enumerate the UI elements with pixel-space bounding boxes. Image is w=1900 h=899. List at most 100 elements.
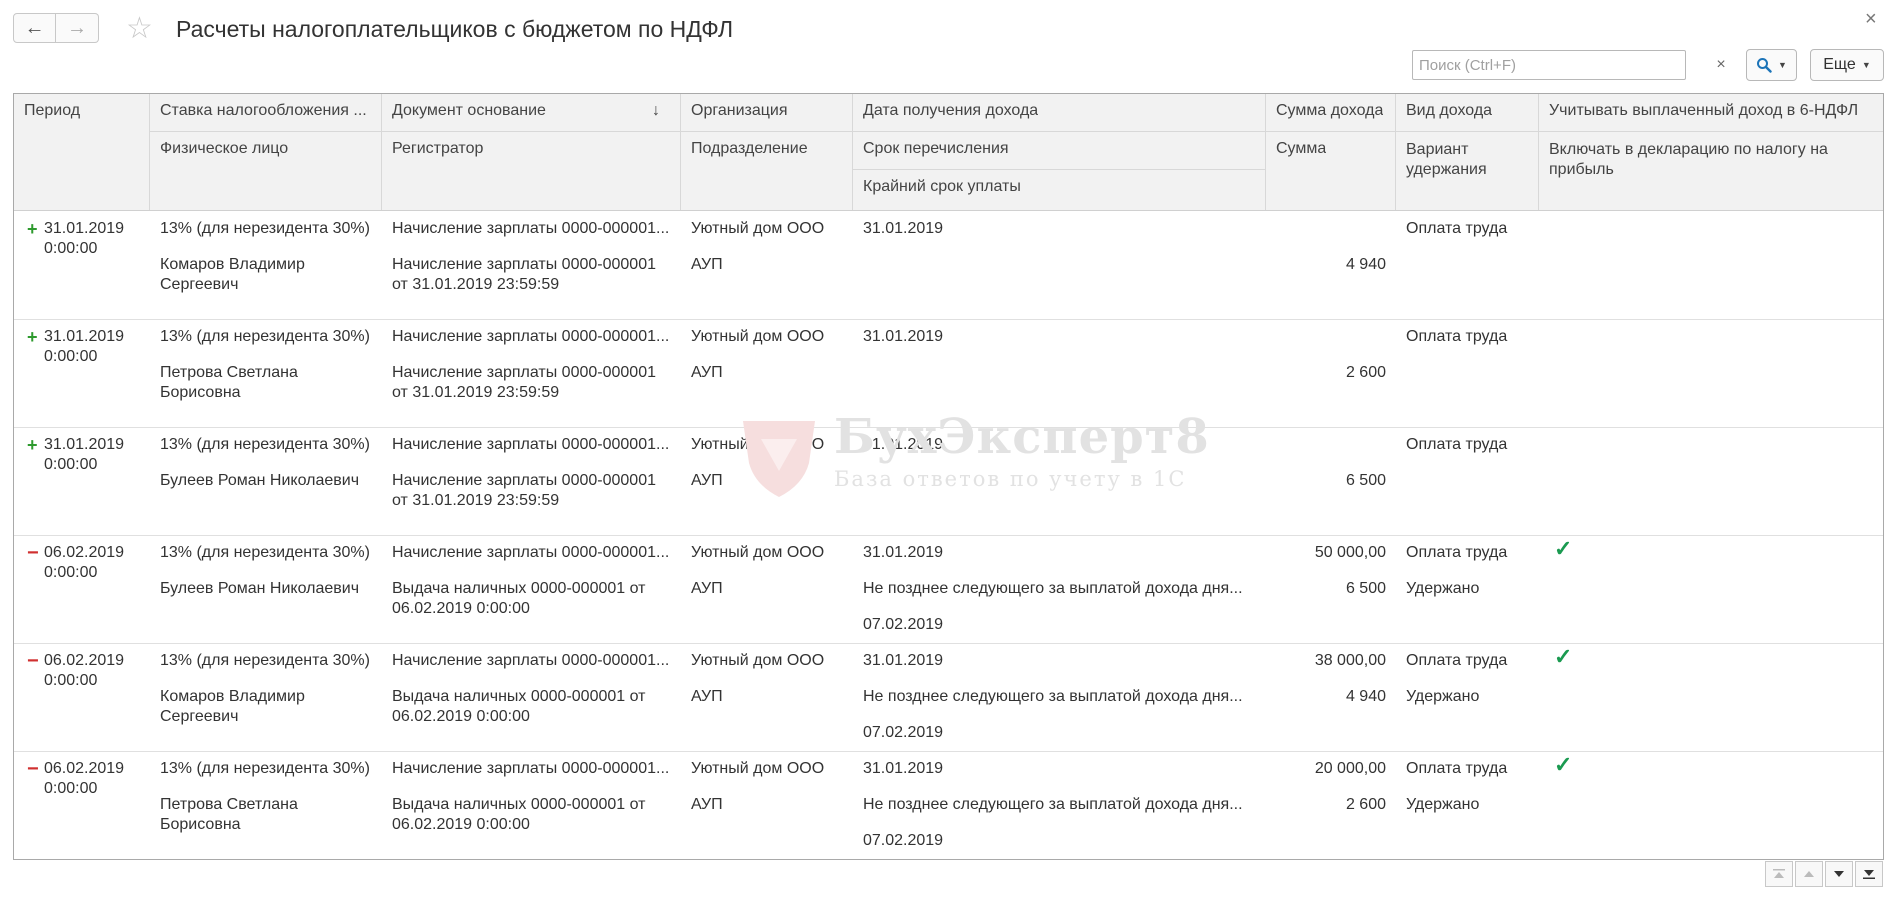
row-time: 0:00:00 xyxy=(44,456,98,473)
row-time: 0:00:00 xyxy=(44,780,98,797)
row-doc-base: Начисление зарплаты 0000-000001... xyxy=(392,652,670,669)
row-person-line2: Сергеевич xyxy=(160,708,239,725)
row-person: Комаров Владимир xyxy=(160,688,305,705)
row-organization: Уютный дом ООО xyxy=(691,436,825,453)
row-department: АУП xyxy=(691,796,723,813)
table-row[interactable]: −06.02.2019 0:00:00 13% (для нерезидента 3… xyxy=(14,751,1883,859)
col-organization[interactable]: Организация xyxy=(691,102,788,120)
row-registrar-line2: от 31.01.2019 23:59:59 xyxy=(392,384,560,401)
row-income-sum: 50 000,00 xyxy=(1314,544,1386,561)
search-clear-icon[interactable]: × xyxy=(1708,50,1734,80)
row-period: 31.01.2019 xyxy=(44,436,125,453)
row-withholding: Удержано xyxy=(1406,688,1480,705)
col-count-paid[interactable]: Учитывать выплаченный доход в 6-НДФЛ xyxy=(1549,102,1858,120)
table-row[interactable]: +31.01.2019 0:00:00 13% (для нерезидента 3… xyxy=(14,211,1883,320)
row-department: АУП xyxy=(691,688,723,705)
more-label: Еще xyxy=(1823,56,1856,73)
scroll-down-button[interactable] xyxy=(1825,861,1853,887)
row-person: Булеев Роман Николаевич xyxy=(160,472,360,489)
row-income-type: Оплата труда xyxy=(1406,652,1508,669)
back-button[interactable]: ← xyxy=(13,13,56,43)
row-doc-base: Начисление зарплаты 0000-000001... xyxy=(392,760,670,777)
scroll-bottom-button[interactable] xyxy=(1855,861,1883,887)
row-department: АУП xyxy=(691,472,723,489)
col-sum[interactable]: Сумма xyxy=(1276,140,1326,158)
col-doc-base[interactable]: Документ основание xyxy=(392,102,546,120)
col-registrar[interactable]: Регистратор xyxy=(392,140,483,158)
scroll-top-icon xyxy=(1773,869,1785,878)
row-income-type: Оплата труда xyxy=(1406,328,1508,345)
table-row[interactable]: +31.01.2019 0:00:00 13% (для нерезидента 3… xyxy=(14,427,1883,536)
col-income-date[interactable]: Дата получения дохода xyxy=(863,102,1038,120)
more-button[interactable]: Еще ▼ xyxy=(1810,49,1884,81)
table-row[interactable]: −06.02.2019 0:00:00 13% (для нерезидента 3… xyxy=(14,643,1883,752)
col-person[interactable]: Физическое лицо xyxy=(160,140,288,158)
col-income-type[interactable]: Вид дохода xyxy=(1406,102,1492,120)
chevron-down-icon: ▼ xyxy=(1778,60,1787,70)
favorite-star-icon[interactable]: ☆ xyxy=(126,12,153,46)
forward-button[interactable]: → xyxy=(56,13,99,43)
row-deadline: 07.02.2019 xyxy=(863,616,944,633)
row-person: Булеев Роман Николаевич xyxy=(160,580,360,597)
row-income-type: Оплата труда xyxy=(1406,544,1508,561)
sort-desc-icon[interactable]: ↓ xyxy=(652,102,660,120)
row-income-date: 31.01.2019 xyxy=(863,220,944,237)
col-income-sum[interactable]: Сумма дохода xyxy=(1276,102,1383,120)
scroll-bottom-icon xyxy=(1863,870,1875,879)
row-time: 0:00:00 xyxy=(44,240,98,257)
row-income-sum: 20 000,00 xyxy=(1314,760,1386,777)
table-row[interactable]: +31.01.2019 0:00:00 13% (для нерезидента 3… xyxy=(14,319,1883,428)
row-registrar: Начисление зарплаты 0000-000001 xyxy=(392,256,656,273)
checkmark-icon[interactable]: ✓ xyxy=(1554,538,1572,560)
row-time: 0:00:00 xyxy=(44,672,98,689)
row-income-date: 31.01.2019 xyxy=(863,652,944,669)
checkmark-icon[interactable]: ✓ xyxy=(1554,646,1572,668)
row-withholding: Удержано xyxy=(1406,796,1480,813)
row-organization: Уютный дом ООО xyxy=(691,220,825,237)
search-icon xyxy=(1757,58,1772,73)
row-registrar: Выдача наличных 0000-000001 от xyxy=(392,796,646,813)
row-sign-icon: − xyxy=(27,650,39,672)
row-doc-base: Начисление зарплаты 0000-000001... xyxy=(392,328,670,345)
col-rate[interactable]: Ставка налогообложения ... xyxy=(160,102,375,120)
col-transfer-term[interactable]: Срок перечисления xyxy=(863,140,1009,158)
col-department[interactable]: Подразделение xyxy=(691,140,808,158)
row-rate: 13% (для нерезидента 30%) xyxy=(160,760,370,777)
row-deadline: 07.02.2019 xyxy=(863,724,944,741)
row-registrar-line2: от 31.01.2019 23:59:59 xyxy=(392,492,560,509)
row-registrar-line2: 06.02.2019 0:00:00 xyxy=(392,708,530,725)
arrow-left-icon: ← xyxy=(24,16,45,39)
row-sum: 6 500 xyxy=(1345,580,1386,597)
row-withholding: Удержано xyxy=(1406,580,1480,597)
row-sign-icon: + xyxy=(27,219,38,239)
scroll-up-button[interactable] xyxy=(1795,861,1823,887)
row-registrar-line2: 06.02.2019 0:00:00 xyxy=(392,600,530,617)
scroll-up-icon xyxy=(1804,871,1814,877)
row-transfer-term: Не позднее следующего за выплатой дохода… xyxy=(863,796,1243,813)
row-sum: 4 940 xyxy=(1345,688,1386,705)
row-department: АУП xyxy=(691,580,723,597)
row-time: 0:00:00 xyxy=(44,348,98,365)
row-department: АУП xyxy=(691,364,723,381)
row-period: 31.01.2019 xyxy=(44,328,125,345)
scroll-top-button[interactable] xyxy=(1765,861,1793,887)
row-person-line2: Борисовна xyxy=(160,384,241,401)
col-include-decl[interactable]: Включать в декларацию по налогу на прибы… xyxy=(1549,140,1849,180)
row-income-sum: 38 000,00 xyxy=(1314,652,1386,669)
col-period[interactable]: Период xyxy=(24,102,80,120)
table-row[interactable]: −06.02.2019 0:00:00 13% (для нерезидента 3… xyxy=(14,535,1883,644)
close-icon[interactable]: × xyxy=(1865,8,1877,31)
chevron-down-icon: ▼ xyxy=(1861,60,1871,70)
col-withholding[interactable]: Вариант удержания xyxy=(1406,140,1526,180)
row-sign-icon: + xyxy=(27,435,38,455)
row-deadline: 07.02.2019 xyxy=(863,832,944,849)
row-doc-base: Начисление зарплаты 0000-000001... xyxy=(392,220,670,237)
search-button[interactable]: ▼ xyxy=(1746,49,1797,81)
data-table[interactable]: Период Ставка налогообложения ... Физиче… xyxy=(13,93,1884,860)
checkmark-icon[interactable]: ✓ xyxy=(1554,754,1572,776)
row-sum: 4 940 xyxy=(1345,256,1386,273)
row-period: 06.02.2019 xyxy=(44,760,125,777)
row-person-line2: Сергеевич xyxy=(160,276,239,293)
col-deadline[interactable]: Крайний срок уплаты xyxy=(863,178,1021,196)
search-input[interactable] xyxy=(1412,50,1686,80)
